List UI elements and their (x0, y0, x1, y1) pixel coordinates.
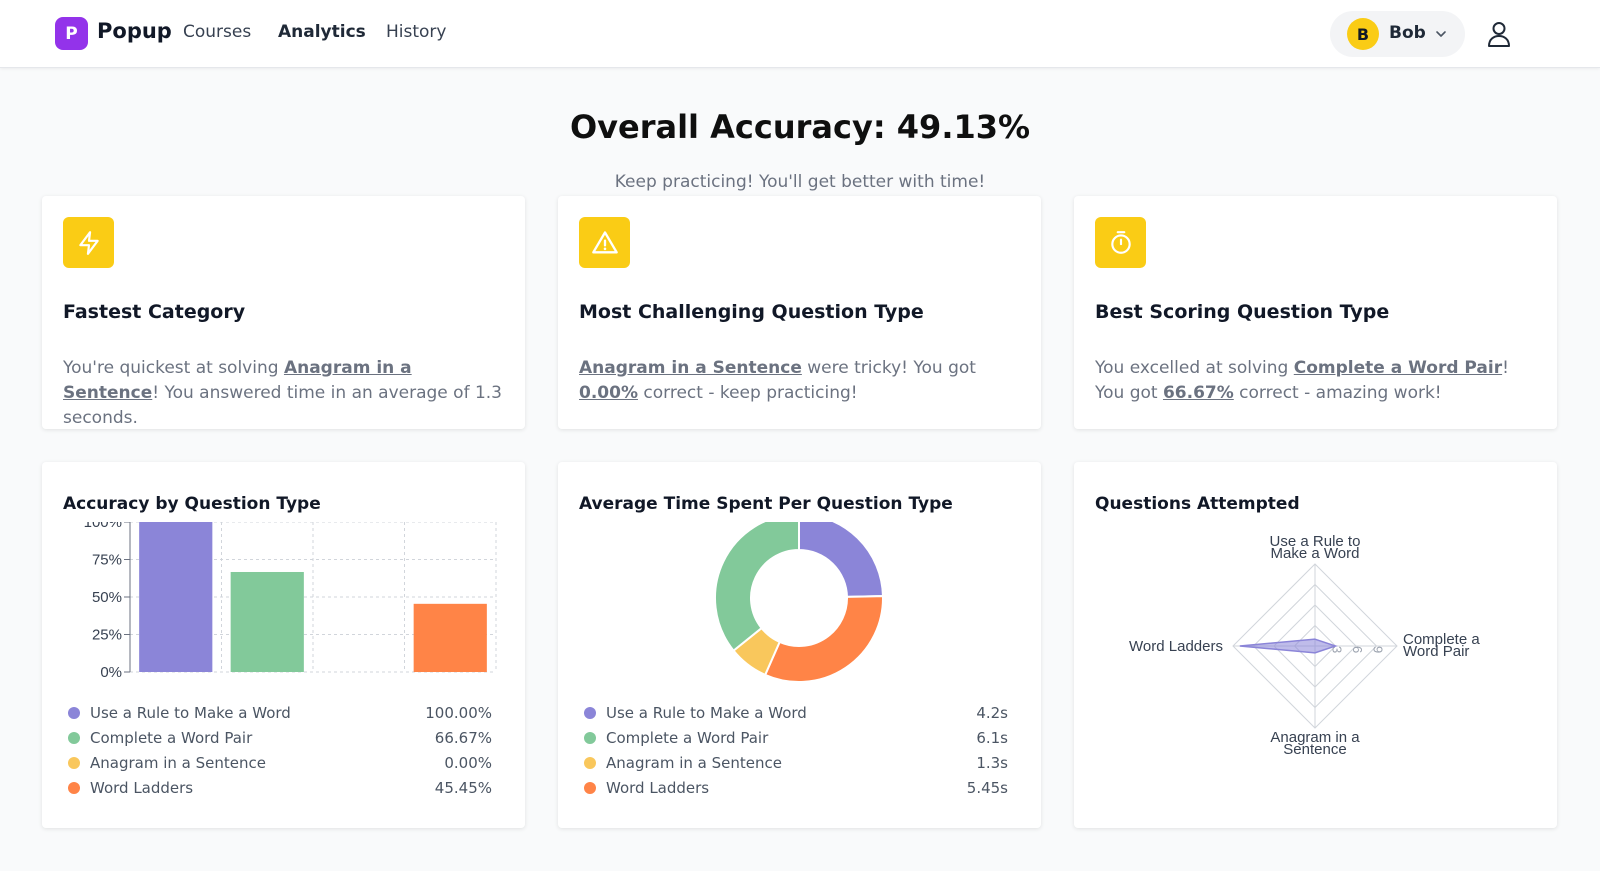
accuracy-bar-chart: 100% 75% 50% 25% 0% (84, 522, 497, 681)
radar-axis-label-line: Word Ladders (1129, 638, 1223, 655)
legend-swatch (68, 706, 80, 719)
time-donut-chart (714, 522, 885, 683)
bar (139, 522, 213, 672)
legend-swatch (68, 781, 80, 794)
radar-axis-label-line: Sentence (1283, 741, 1346, 758)
chart-title: Average Time Spent Per Question Type (579, 494, 953, 514)
bar (230, 571, 304, 672)
card-title: Fastest Category (63, 301, 246, 323)
legend-label: Complete a Word Pair (90, 728, 253, 747)
card-body: Anagram in a Sentence were tricky! You g… (579, 356, 1024, 406)
card-text: correct - amazing work! (1233, 383, 1442, 403)
legend-value: 5.45s (966, 778, 1008, 797)
legend-value: 66.67% (434, 728, 492, 747)
time-legend-item[interactable]: Complete a Word Pair 6.1s (584, 725, 1008, 750)
lightning-icon (63, 217, 114, 268)
card-body: You're quickest at solving Anagram in a … (63, 356, 508, 431)
logo-badge[interactable]: P (55, 17, 88, 50)
card-fastest-category: Fastest Category You're quickest at solv… (42, 196, 525, 429)
card-most-challenging: Most Challenging Question Type Anagram i… (558, 196, 1041, 429)
radar-tick-label: 6 (1350, 646, 1365, 653)
legend-value: 45.45% (434, 778, 492, 797)
nav-link-analytics[interactable]: Analytics (278, 22, 366, 42)
donut-slice (714, 522, 800, 653)
nav-link-history[interactable]: History (386, 22, 446, 42)
legend-value: 1.3s (976, 753, 1008, 772)
card-title: Best Scoring Question Type (1095, 301, 1390, 323)
card-text: You excelled at solving (1095, 358, 1294, 378)
legend-label: Anagram in a Sentence (606, 753, 782, 772)
nav-link-courses[interactable]: Courses (183, 22, 251, 42)
legend-swatch (584, 756, 596, 769)
top-nav: P Popup Courses Analytics History B Bob (0, 0, 1600, 68)
legend-value: 4.2s (976, 703, 1008, 722)
y-tick-label: 25% (92, 627, 122, 644)
y-tick-label: 50% (92, 589, 122, 606)
user-menu-button[interactable]: B Bob (1330, 11, 1465, 57)
card-accuracy-chart: Accuracy by Question Type 100% 75% 50% 25% 0… (42, 462, 525, 828)
time-legend: Use a Rule to Make a Word 4.2s Complete a … (584, 700, 1008, 800)
user-name: Bob (1389, 23, 1426, 43)
time-legend-item[interactable]: Use a Rule to Make a Word 4.2s (584, 700, 1008, 725)
legend-label: Anagram in a Sentence (90, 753, 266, 772)
radar-axis-label: Word Ladders (1129, 638, 1223, 655)
accuracy-legend-item[interactable]: Complete a Word Pair 66.67% (68, 725, 492, 750)
legend-value: 6.1s (976, 728, 1008, 747)
legend-swatch (68, 756, 80, 769)
legend-swatch (68, 731, 80, 744)
legend-value: 100.00% (425, 703, 492, 722)
donut-slice (798, 522, 885, 598)
radar-axis-label: Use a Rule to Make a Word (1270, 533, 1361, 562)
accuracy-legend: Use a Rule to Make a Word 100.00% Complete… (68, 700, 492, 800)
category-link[interactable]: Complete a Word Pair (1294, 358, 1502, 378)
radar-axis-label-line: Make a Word (1271, 545, 1360, 562)
percent-link[interactable]: 66.67% (1163, 383, 1234, 403)
accuracy-legend-item[interactable]: Anagram in a Sentence 0.00% (68, 750, 492, 775)
card-body: You excelled at solving Complete a Word … (1095, 356, 1540, 406)
card-title: Most Challenging Question Type (579, 301, 924, 323)
time-legend-item[interactable]: Word Ladders 5.45s (584, 775, 1008, 800)
legend-label: Complete a Word Pair (606, 728, 769, 747)
legend-label: Use a Rule to Make a Word (90, 703, 291, 722)
logo-text[interactable]: Popup (97, 19, 172, 43)
profile-icon[interactable] (1486, 20, 1512, 48)
radar-tick-label: 9 (1371, 646, 1386, 653)
card-time-chart: Average Time Spent Per Question Type Use… (558, 462, 1041, 828)
legend-value: 0.00% (444, 753, 492, 772)
legend-label: Word Ladders (606, 778, 710, 797)
donut-slice (763, 595, 884, 683)
warning-icon (579, 217, 630, 268)
card-best-scoring: Best Scoring Question Type You excelled … (1074, 196, 1557, 429)
time-legend-item[interactable]: Anagram in a Sentence 1.3s (584, 750, 1008, 775)
stopwatch-icon (1095, 217, 1146, 268)
bar (413, 603, 487, 672)
legend-swatch (584, 781, 596, 794)
legend-label: Word Ladders (90, 778, 194, 797)
avatar: B (1347, 18, 1379, 50)
attempted-radar-chart: 3 6 9Use a Rule to Make a WordComplete a Wor… (1129, 533, 1480, 758)
page-title: Overall Accuracy: 49.13% (569, 108, 1031, 146)
radar-axis-label-line: Word Pair (1403, 643, 1469, 660)
category-link[interactable]: Anagram in a Sentence (579, 358, 802, 378)
radar-area (1239, 638, 1338, 654)
percent-link[interactable]: 0.00% (579, 383, 638, 403)
card-text: were tricky! You got (801, 358, 976, 378)
accuracy-legend-item[interactable]: Word Ladders 45.45% (68, 775, 492, 800)
page-subtitle: Keep practicing! You'll get better with … (614, 172, 986, 192)
y-tick-label: 75% (92, 552, 122, 569)
radar-axis-label: Anagram in a Sentence (1270, 729, 1360, 758)
chart-title: Questions Attempted (1095, 494, 1300, 514)
legend-label: Use a Rule to Make a Word (606, 703, 807, 722)
legend-swatch (584, 731, 596, 744)
legend-swatch (584, 706, 596, 719)
y-tick-label: 0% (100, 664, 122, 681)
radar-axis-label: Complete a Word Pair (1403, 631, 1480, 660)
card-text: correct - keep practicing! (637, 383, 858, 403)
y-tick-label: 100% (84, 522, 122, 531)
chevron-down-icon (1436, 31, 1446, 37)
accuracy-legend-item[interactable]: Use a Rule to Make a Word 100.00% (68, 700, 492, 725)
card-text: You're quickest at solving (63, 358, 284, 378)
chart-title: Accuracy by Question Type (63, 494, 321, 514)
card-attempted-chart: Questions Attempted 3 6 9 Use a Rule to Make… (1074, 462, 1557, 828)
